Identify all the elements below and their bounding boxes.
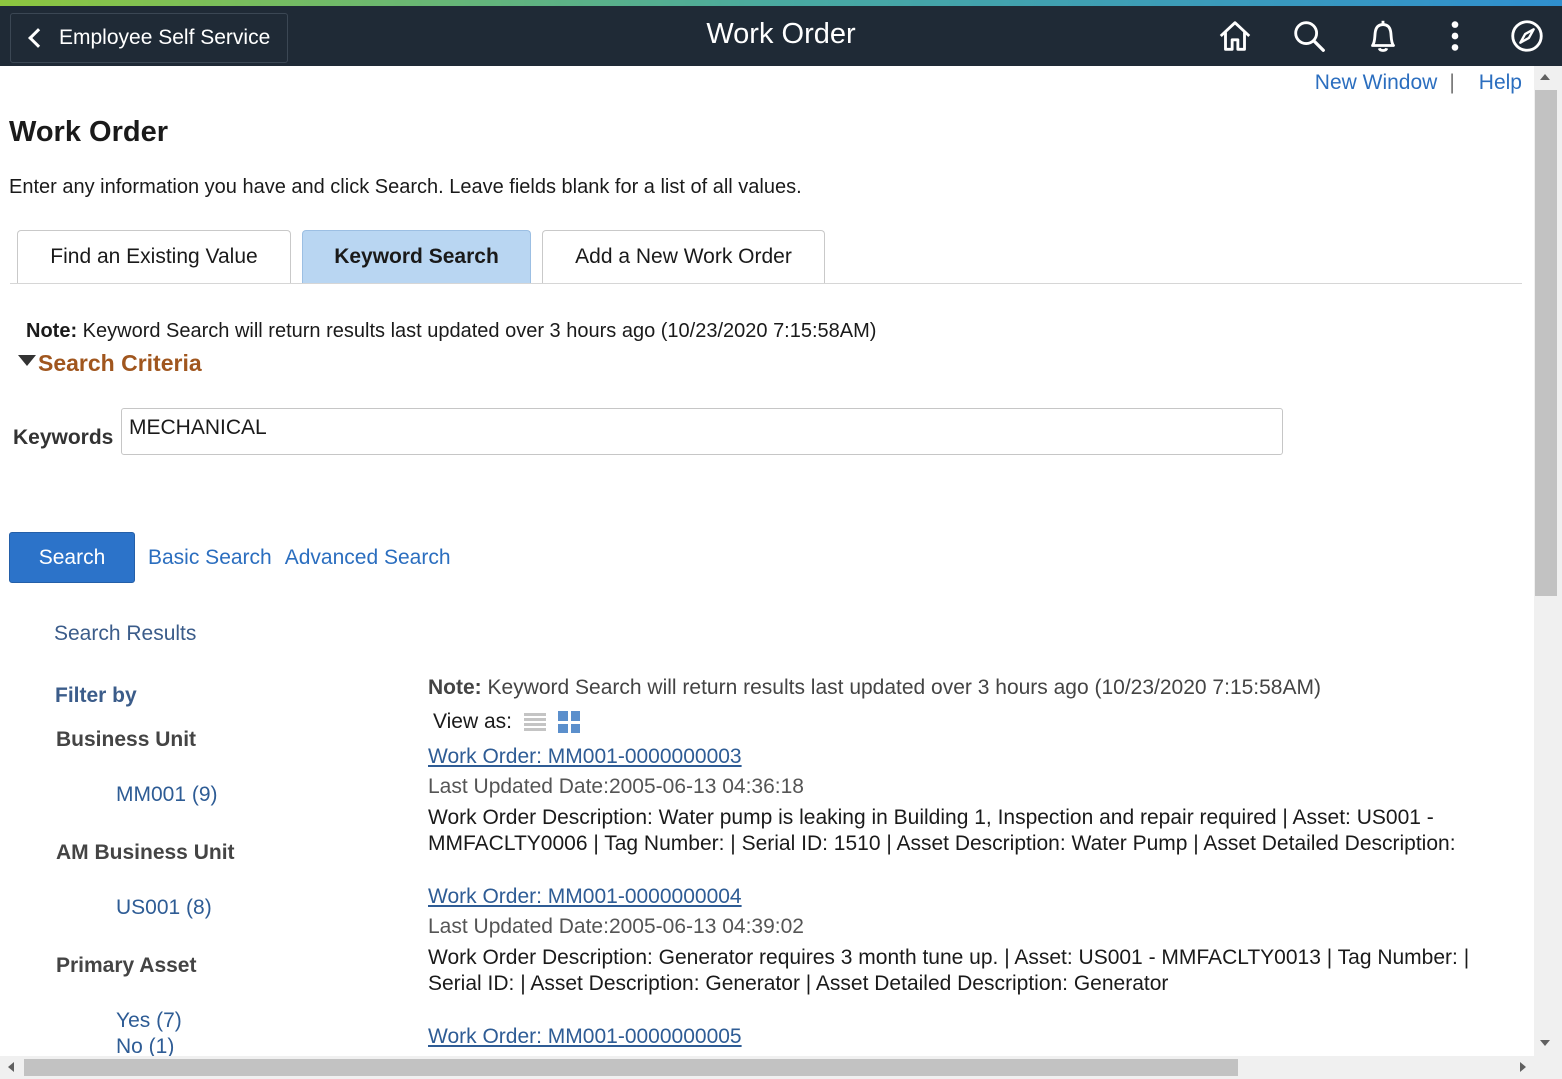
advanced-search-link[interactable]: Advanced Search (285, 546, 451, 570)
top-links: New Window | Help (1315, 71, 1522, 95)
horizontal-scrollbar[interactable] (0, 1056, 1534, 1079)
keywords-label: Keywords (13, 426, 114, 449)
search-results-heading: Search Results (54, 622, 197, 645)
grid-view-icon[interactable] (558, 711, 580, 733)
work-order-link[interactable]: Work Order: MM001-0000000004 (428, 885, 1528, 909)
note-prefix: Note: (26, 320, 78, 342)
facet-value-no[interactable]: No (1) (116, 1035, 174, 1056)
more-actions-icon[interactable] (1433, 14, 1477, 58)
last-updated-date: Last Updated Date:2005-06-13 04:36:18 (428, 775, 804, 798)
filter-panel: Filter by Business Unit MM001 (9) AM Bus… (55, 684, 395, 1056)
filter-by-title: Filter by (55, 684, 137, 707)
chevron-left-icon (28, 28, 48, 48)
keywords-input[interactable] (121, 408, 1283, 455)
notification-bell-icon[interactable] (1361, 14, 1405, 58)
list-view-icon[interactable] (524, 711, 546, 733)
search-button[interactable]: Search (9, 532, 135, 583)
work-order-description: Work Order Description: Water pump is le… (428, 806, 1456, 855)
help-link[interactable]: Help (1479, 71, 1522, 95)
facet-am-business-unit: AM Business Unit (56, 841, 235, 864)
search-icon[interactable] (1287, 14, 1331, 58)
scroll-right-arrow-icon[interactable] (1520, 1062, 1526, 1072)
header-bar: Employee Self Service Work Order (0, 6, 1562, 66)
scroll-left-arrow-icon[interactable] (8, 1062, 14, 1072)
scroll-down-arrow-icon[interactable] (1540, 1040, 1550, 1046)
list-item: Work Order: MM001-0000000003 Last Update… (428, 745, 1528, 857)
results-note: Note: Keyword Search will return results… (428, 676, 1528, 700)
back-button-label: Employee Self Service (59, 26, 271, 49)
tab-divider (10, 283, 1522, 284)
search-criteria-title: Search Criteria (38, 350, 202, 376)
tab-keyword-search[interactable]: Keyword Search (302, 230, 531, 283)
alternate-search-links: Basic Search Advanced Search (148, 546, 451, 570)
new-window-link[interactable]: New Window (1315, 71, 1438, 95)
main-content: New Window | Help Work Order Enter any i… (0, 66, 1534, 1056)
list-item: Work Order: MM001-0000000005 (428, 1025, 1528, 1049)
facet-value-mm001[interactable]: MM001 (9) (116, 783, 218, 807)
facet-value-yes[interactable]: Yes (7) (116, 1009, 182, 1033)
page-title: Work Order (9, 116, 169, 148)
tab-add-new-work-order[interactable]: Add a New Work Order (542, 230, 825, 283)
search-criteria-toggle[interactable]: Search Criteria (18, 350, 202, 377)
results-list: Note: Keyword Search will return results… (428, 676, 1528, 1048)
work-order-link[interactable]: Work Order: MM001-0000000003 (428, 745, 1528, 769)
page-instructions: Enter any information you have and click… (9, 176, 802, 198)
view-as-label: View as: (433, 710, 512, 733)
work-order-description: Work Order Description: Generator requir… (428, 946, 1470, 995)
facet-value-us001[interactable]: US001 (8) (116, 896, 212, 920)
view-as-toggle: View as: (433, 710, 580, 734)
note-text: Keyword Search will return results last … (82, 320, 877, 342)
facet-business-unit: Business Unit (56, 728, 197, 751)
last-updated-date: Last Updated Date:2005-06-13 04:39:02 (428, 915, 804, 938)
list-item: Work Order: MM001-0000000004 Last Update… (428, 885, 1528, 997)
vertical-scrollbar[interactable] (1534, 66, 1562, 1056)
top-links-separator: | (1449, 71, 1455, 94)
scroll-up-arrow-icon[interactable] (1540, 74, 1550, 80)
back-button[interactable]: Employee Self Service (10, 13, 288, 63)
triangle-down-icon (18, 355, 36, 366)
keyword-note: Note: Keyword Search will return results… (26, 320, 876, 343)
home-icon[interactable] (1213, 14, 1257, 58)
facet-primary-asset: Primary Asset (56, 954, 197, 977)
vertical-scroll-thumb[interactable] (1535, 90, 1557, 596)
tab-find-existing-value[interactable]: Find an Existing Value (17, 230, 291, 283)
search-tabs: Find an Existing Value Keyword Search Ad… (17, 230, 836, 283)
horizontal-scroll-thumb[interactable] (24, 1059, 1238, 1076)
results-note-prefix: Note: (428, 676, 482, 699)
navbar-compass-icon[interactable] (1505, 14, 1549, 58)
work-order-link[interactable]: Work Order: MM001-0000000005 (428, 1025, 1528, 1049)
basic-search-link[interactable]: Basic Search (148, 546, 272, 570)
results-note-text: Keyword Search will return results last … (487, 676, 1321, 699)
scrollbar-corner (1534, 1056, 1562, 1079)
